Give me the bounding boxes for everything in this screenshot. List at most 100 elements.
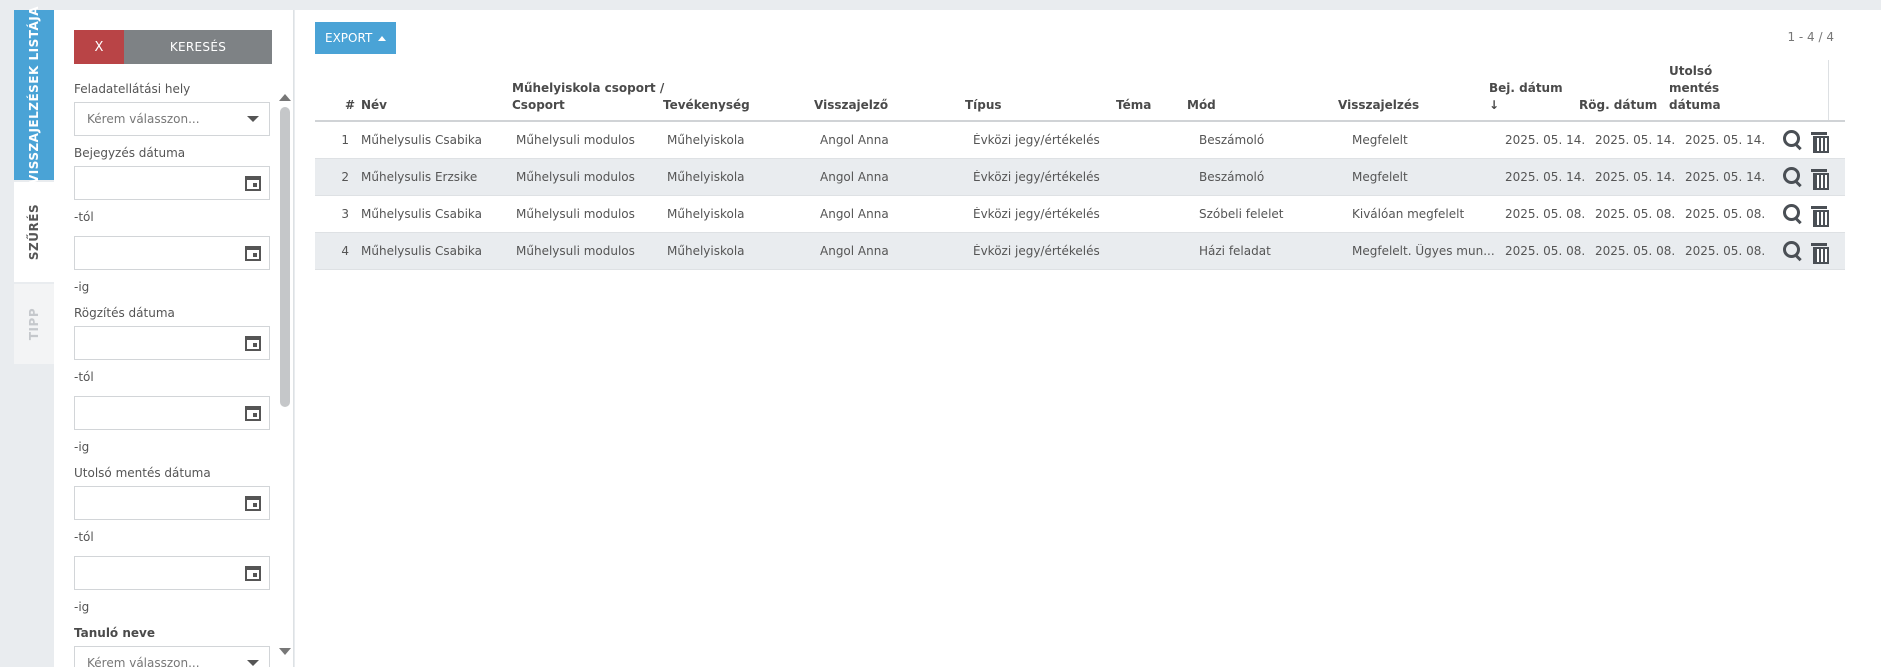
cell-mode: Beszámoló — [1199, 133, 1265, 147]
cell-group: Műhelysuli modulos — [516, 133, 635, 147]
last-save-from-input[interactable] — [74, 486, 270, 520]
table-row[interactable]: 1 Műhelysulis Csabika Műhelysuli modulos… — [315, 122, 1845, 159]
last-save-to-suffix: -ig — [74, 600, 90, 614]
calendar-icon[interactable] — [245, 245, 261, 261]
cell-feedback: Kiválóan megfelelt — [1352, 207, 1465, 221]
cell-group: Műhelysuli modulos — [516, 207, 635, 221]
col-header-entry-date-label: Bej. dátum — [1489, 81, 1563, 95]
record-date-from-input[interactable] — [74, 326, 270, 360]
col-header-num[interactable]: # — [345, 97, 355, 114]
cell-feedback: Megfelelt — [1352, 170, 1408, 184]
table-row[interactable]: 4 Műhelysulis Csabika Műhelysuli modulos… — [315, 233, 1845, 270]
col-header-last-save-line1: Utolsó — [1669, 64, 1713, 78]
row-actions — [1783, 130, 1829, 153]
sort-desc-icon: ↓ — [1489, 98, 1500, 112]
cell-entry-date: 2025. 05. 08. — [1505, 207, 1586, 221]
record-date-from-suffix: -tól — [74, 370, 94, 384]
tab-feedback-list[interactable]: VISSZAJELZÉSEK LISTÁJA — [14, 6, 54, 184]
location-select[interactable]: Kérem válasszon... — [74, 102, 270, 136]
location-select-value: Kérem válasszon... — [87, 112, 200, 126]
col-header-reporter[interactable]: Visszajelző — [814, 97, 888, 114]
last-save-to-input[interactable] — [74, 556, 270, 590]
cell-entry-date: 2025. 05. 08. — [1505, 244, 1586, 258]
calendar-icon[interactable] — [245, 495, 261, 511]
table-row[interactable]: 3 Műhelysulis Csabika Műhelysuli modulos… — [315, 196, 1845, 233]
scrollbar-thumb[interactable] — [280, 107, 290, 407]
last-save-from-suffix: -tól — [74, 530, 94, 544]
col-header-record-date[interactable]: Rög. dátum — [1579, 97, 1657, 114]
chevron-down-icon — [247, 116, 259, 122]
col-header-group-line2: Csoport — [512, 98, 565, 112]
clear-filter-button[interactable]: X — [74, 30, 124, 64]
cell-activity: Műhelyiskola — [667, 207, 745, 221]
tab-feedback-list-label: VISSZAJELZÉSEK LISTÁJA — [27, 5, 41, 185]
row-actions — [1783, 241, 1829, 264]
search-icon[interactable] — [1783, 241, 1803, 261]
search-icon[interactable] — [1783, 204, 1803, 224]
student-select[interactable]: Kérem válasszon... — [74, 646, 270, 667]
cell-last-save: 2025. 05. 14. — [1685, 170, 1766, 184]
cell-entry-date: 2025. 05. 14. — [1505, 170, 1586, 184]
col-header-topic[interactable]: Téma — [1116, 97, 1151, 114]
search-icon[interactable] — [1783, 130, 1803, 150]
scroll-down-arrow-icon[interactable] — [279, 648, 291, 655]
search-icon[interactable] — [1783, 167, 1803, 187]
table-body: 1 Műhelysulis Csabika Műhelysuli modulos… — [315, 122, 1845, 270]
col-header-group-line1: Műhelyiskola csoport / — [512, 81, 665, 95]
export-button-label: EXPORT — [325, 31, 373, 45]
cell-name: Műhelysulis Csabika — [361, 207, 483, 221]
calendar-icon[interactable] — [245, 175, 261, 191]
cell-mode: Beszámoló — [1199, 170, 1265, 184]
col-header-entry-date[interactable]: Bej. dátum ↓ — [1489, 80, 1563, 114]
cell-activity: Műhelyiskola — [667, 170, 745, 184]
cell-num: 1 — [341, 133, 349, 147]
calendar-icon[interactable] — [245, 335, 261, 351]
scroll-up-arrow-icon[interactable] — [279, 94, 291, 101]
row-actions — [1783, 204, 1829, 227]
trash-icon[interactable] — [1811, 204, 1829, 227]
entry-date-label: Bejegyzés dátuma — [74, 146, 186, 160]
cell-feedback: Megfelelt — [1352, 133, 1408, 147]
search-button[interactable]: KERESÉS — [124, 30, 272, 64]
record-date-to-input[interactable] — [74, 396, 270, 430]
cell-reporter: Angol Anna — [820, 170, 889, 184]
calendar-icon[interactable] — [245, 565, 261, 581]
entry-date-to-input[interactable] — [74, 236, 270, 270]
col-header-feedback[interactable]: Visszajelzés — [1338, 97, 1419, 114]
trash-icon[interactable] — [1811, 130, 1829, 153]
cell-record-date: 2025. 05. 14. — [1595, 170, 1676, 184]
chevron-down-icon — [247, 660, 259, 666]
cell-mode: Szóbeli felelet — [1199, 207, 1284, 221]
col-header-name[interactable]: Név — [361, 97, 387, 114]
cell-group: Műhelysuli modulos — [516, 244, 635, 258]
col-header-type[interactable]: Típus — [965, 97, 1002, 114]
col-header-last-save[interactable]: Utolsó mentés dátuma — [1669, 63, 1721, 114]
cell-name: Műhelysulis Csabika — [361, 133, 483, 147]
tab-tip[interactable]: TIPP — [14, 284, 54, 364]
entry-date-from-input[interactable] — [74, 166, 270, 200]
filter-scrollbar[interactable] — [278, 82, 292, 667]
col-header-mode[interactable]: Mód — [1187, 97, 1216, 114]
cell-last-save: 2025. 05. 08. — [1685, 244, 1766, 258]
table-header: # Név Műhelyiskola csoport / Csoport Tev… — [315, 60, 1845, 122]
col-header-activity[interactable]: Tevékenység — [663, 97, 750, 114]
cell-name: Műhelysulis Csabika — [361, 244, 483, 258]
tab-filter[interactable]: SZŰRÉS — [14, 182, 54, 282]
calendar-icon[interactable] — [245, 405, 261, 421]
student-label: Tanuló neve — [74, 626, 155, 640]
cell-feedback: Megfelelt. Ügyes mun... — [1352, 244, 1495, 258]
pager-info: 1 - 4 / 4 — [1787, 30, 1834, 44]
filter-actions: X KERESÉS — [74, 30, 272, 64]
side-tabs: VISSZAJELZÉSEK LISTÁJA SZŰRÉS TIPP — [14, 6, 54, 366]
export-button[interactable]: EXPORT — [315, 22, 397, 54]
cell-last-save: 2025. 05. 14. — [1685, 133, 1766, 147]
cell-group: Műhelysuli modulos — [516, 170, 635, 184]
trash-icon[interactable] — [1811, 167, 1829, 190]
cell-num: 2 — [341, 170, 349, 184]
table-row[interactable]: 2 Műhelysulis Erzsike Műhelysuli modulos… — [315, 159, 1845, 196]
cell-type: Évközi jegy/értékelés — [973, 207, 1100, 221]
trash-icon[interactable] — [1811, 241, 1829, 264]
col-header-group[interactable]: Műhelyiskola csoport / Csoport — [512, 80, 664, 114]
cell-record-date: 2025. 05. 08. — [1595, 244, 1676, 258]
tab-tip-label: TIPP — [27, 307, 41, 341]
